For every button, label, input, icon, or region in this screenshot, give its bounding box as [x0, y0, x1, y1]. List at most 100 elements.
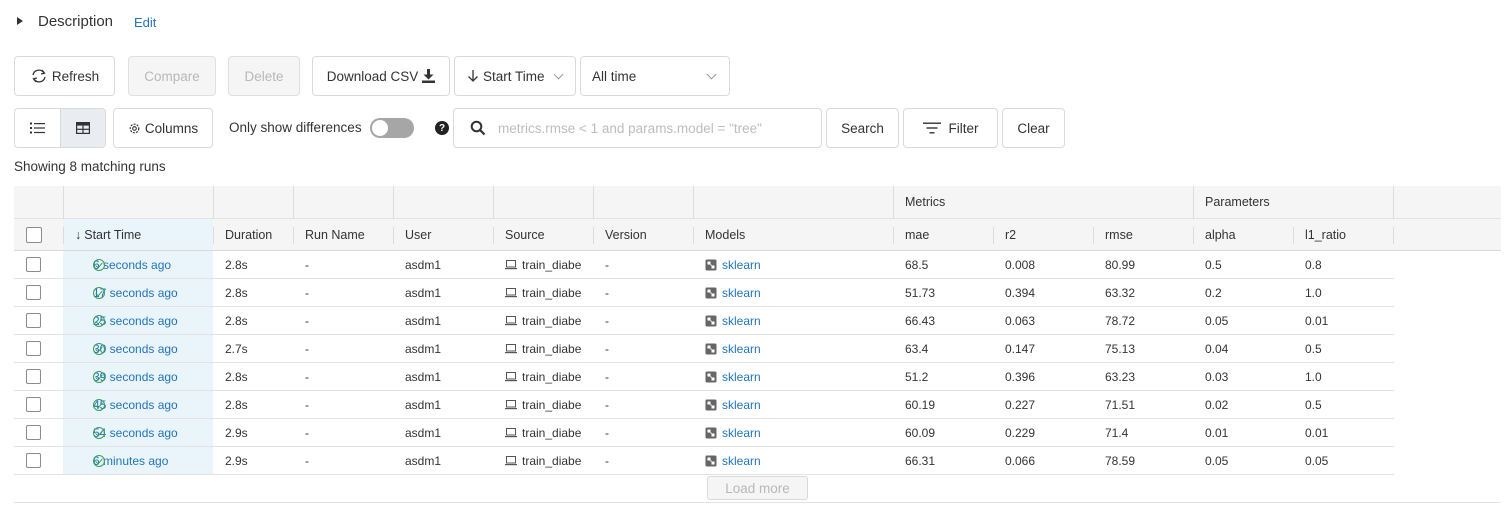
cell-start-time[interactable]: 39 seconds ago	[63, 363, 213, 390]
cell-mae: 51.2	[905, 369, 929, 384]
cell-models[interactable]: sklearn	[693, 391, 893, 418]
cell-alpha: 0.04	[1205, 341, 1229, 356]
source-name: train_diabe	[522, 341, 582, 356]
run-start-time-link[interactable]: 17 seconds ago	[93, 286, 178, 300]
list-view-button[interactable]	[15, 109, 60, 147]
model-link[interactable]: sklearn	[722, 426, 761, 440]
time-range-select[interactable]: All time	[580, 56, 730, 96]
column-header-duration[interactable]: Duration	[213, 219, 293, 250]
column-header-user[interactable]: User	[393, 219, 493, 250]
model-icon	[705, 259, 717, 270]
cell-l1-ratio: 0.05	[1305, 453, 1329, 468]
cell-start-time[interactable]: 25 seconds ago	[63, 307, 213, 334]
column-header-start-time[interactable]: ↓ Start Time	[63, 219, 213, 250]
cell-start-time[interactable]: 30 seconds ago	[63, 335, 213, 362]
column-header-version[interactable]: Version	[593, 219, 693, 250]
column-header-models[interactable]: Models	[693, 219, 893, 250]
cell-alpha: 0.03	[1205, 369, 1229, 384]
source-name: train_diabe	[522, 453, 582, 468]
cell-start-time[interactable]: 45 seconds ago	[63, 391, 213, 418]
only-show-differences-switch[interactable]	[370, 118, 414, 138]
table-row[interactable]: 6 seconds ago 2.8s - asdm1 - 68.5 0.008 80.99 0.…	[14, 251, 1394, 279]
run-start-time-link[interactable]: 54 seconds ago	[93, 426, 178, 440]
description-title[interactable]: Description	[38, 13, 113, 30]
cell-alpha: 0.5	[1205, 257, 1222, 272]
cell-models[interactable]: sklearn	[693, 307, 893, 334]
cell-models[interactable]: sklearn	[693, 363, 893, 390]
help-icon[interactable]: ?	[435, 121, 449, 135]
cell-models[interactable]: sklearn	[693, 335, 893, 362]
column-header-mae[interactable]: mae	[893, 219, 993, 250]
table-row[interactable]: 17 seconds ago 2.8s - asdm1 - 51.73 0.394 63.32…	[14, 279, 1394, 307]
compare-button[interactable]: Compare	[128, 56, 216, 96]
run-start-time-link[interactable]: 45 seconds ago	[93, 398, 178, 412]
search-input[interactable]	[496, 117, 806, 139]
row-checkbox[interactable]	[26, 313, 41, 328]
clear-button[interactable]: Clear	[1002, 108, 1065, 148]
column-header-alpha[interactable]: alpha	[1193, 219, 1293, 250]
column-header-r2[interactable]: r2	[993, 219, 1093, 250]
row-checkbox[interactable]	[26, 453, 41, 468]
cell-start-time[interactable]: 6 minutes ago	[63, 447, 213, 474]
divider	[213, 227, 214, 244]
check-circle-icon	[93, 427, 105, 439]
table-view-button[interactable]	[59, 109, 105, 147]
cell-version: -	[605, 397, 609, 412]
model-link[interactable]: sklearn	[722, 342, 761, 356]
table-row[interactable]: 25 seconds ago 2.8s - asdm1 - 66.43 0.063 78.72…	[14, 307, 1394, 335]
table-row[interactable]: 30 seconds ago 2.7s - asdm1 - 63.4 0.147 75.13 0…	[14, 335, 1394, 363]
table-row[interactable]: 45 seconds ago 2.8s - asdm1 - 60.19 0.227 71.51…	[14, 391, 1394, 419]
source-name: train_diabe	[522, 257, 582, 272]
refresh-button[interactable]: Refresh	[14, 56, 115, 96]
filter-button[interactable]: Filter	[903, 108, 998, 148]
row-checkbox[interactable]	[26, 285, 41, 300]
cell-models[interactable]: sklearn	[693, 447, 893, 474]
column-header-rmse[interactable]: rmse	[1093, 219, 1193, 250]
model-link[interactable]: sklearn	[722, 286, 761, 300]
model-link[interactable]: sklearn	[722, 370, 761, 384]
divider	[14, 502, 1501, 503]
run-start-time-link[interactable]: 30 seconds ago	[93, 342, 178, 356]
select-all-checkbox[interactable]	[26, 226, 42, 243]
model-link[interactable]: sklearn	[722, 258, 761, 272]
cell-models[interactable]: sklearn	[693, 251, 893, 278]
cell-user: asdm1	[405, 425, 442, 440]
run-start-time-link[interactable]: 39 seconds ago	[93, 370, 178, 384]
computer-icon	[505, 315, 517, 325]
table-row[interactable]: 39 seconds ago 2.8s - asdm1 - 51.2 0.396 63.23 0…	[14, 363, 1394, 391]
row-checkbox[interactable]	[26, 341, 41, 356]
description-edit-link[interactable]: Edit	[134, 15, 156, 30]
view-mode-toggle	[14, 108, 106, 148]
description-expand-caret-icon[interactable]	[17, 17, 23, 25]
cell-start-time[interactable]: 17 seconds ago	[63, 279, 213, 306]
cell-version: -	[605, 341, 609, 356]
cell-source: train_diabe	[493, 335, 593, 362]
model-link[interactable]: sklearn	[722, 398, 761, 412]
column-header-run-name[interactable]: Run Name	[293, 219, 393, 250]
column-header-source[interactable]: Source	[493, 219, 593, 250]
column-header-start-time-label: Start Time	[84, 227, 142, 242]
sort-select[interactable]: Start Time	[454, 56, 576, 96]
row-checkbox[interactable]	[26, 425, 41, 440]
cell-run-name: -	[305, 425, 309, 440]
cell-models[interactable]: sklearn	[693, 419, 893, 446]
row-checkbox[interactable]	[26, 369, 41, 384]
columns-button[interactable]: Columns	[113, 108, 213, 148]
model-link[interactable]: sklearn	[722, 454, 761, 468]
row-checkbox[interactable]	[26, 397, 41, 412]
download-csv-button[interactable]: Download CSV	[312, 56, 450, 96]
model-link[interactable]: sklearn	[722, 314, 761, 328]
table-row[interactable]: 6 minutes ago 2.9s - asdm1 - 66.31 0.066 78.59 0…	[14, 447, 1394, 475]
cell-start-time[interactable]: 54 seconds ago	[63, 419, 213, 446]
column-header-l1-ratio[interactable]: l1_ratio	[1293, 219, 1393, 250]
cell-start-time[interactable]: 6 seconds ago	[63, 251, 213, 278]
row-checkbox[interactable]	[26, 257, 41, 272]
cell-rmse: 80.99	[1105, 257, 1136, 272]
run-start-time-link[interactable]: 25 seconds ago	[93, 314, 178, 328]
search-button[interactable]: Search	[826, 108, 899, 148]
load-more-button[interactable]: Load more	[707, 476, 808, 500]
delete-button[interactable]: Delete	[228, 56, 300, 96]
cell-models[interactable]: sklearn	[693, 279, 893, 306]
search-icon	[470, 120, 486, 136]
table-row[interactable]: 54 seconds ago 2.9s - asdm1 - 60.09 0.229 71.4 0…	[14, 419, 1394, 447]
